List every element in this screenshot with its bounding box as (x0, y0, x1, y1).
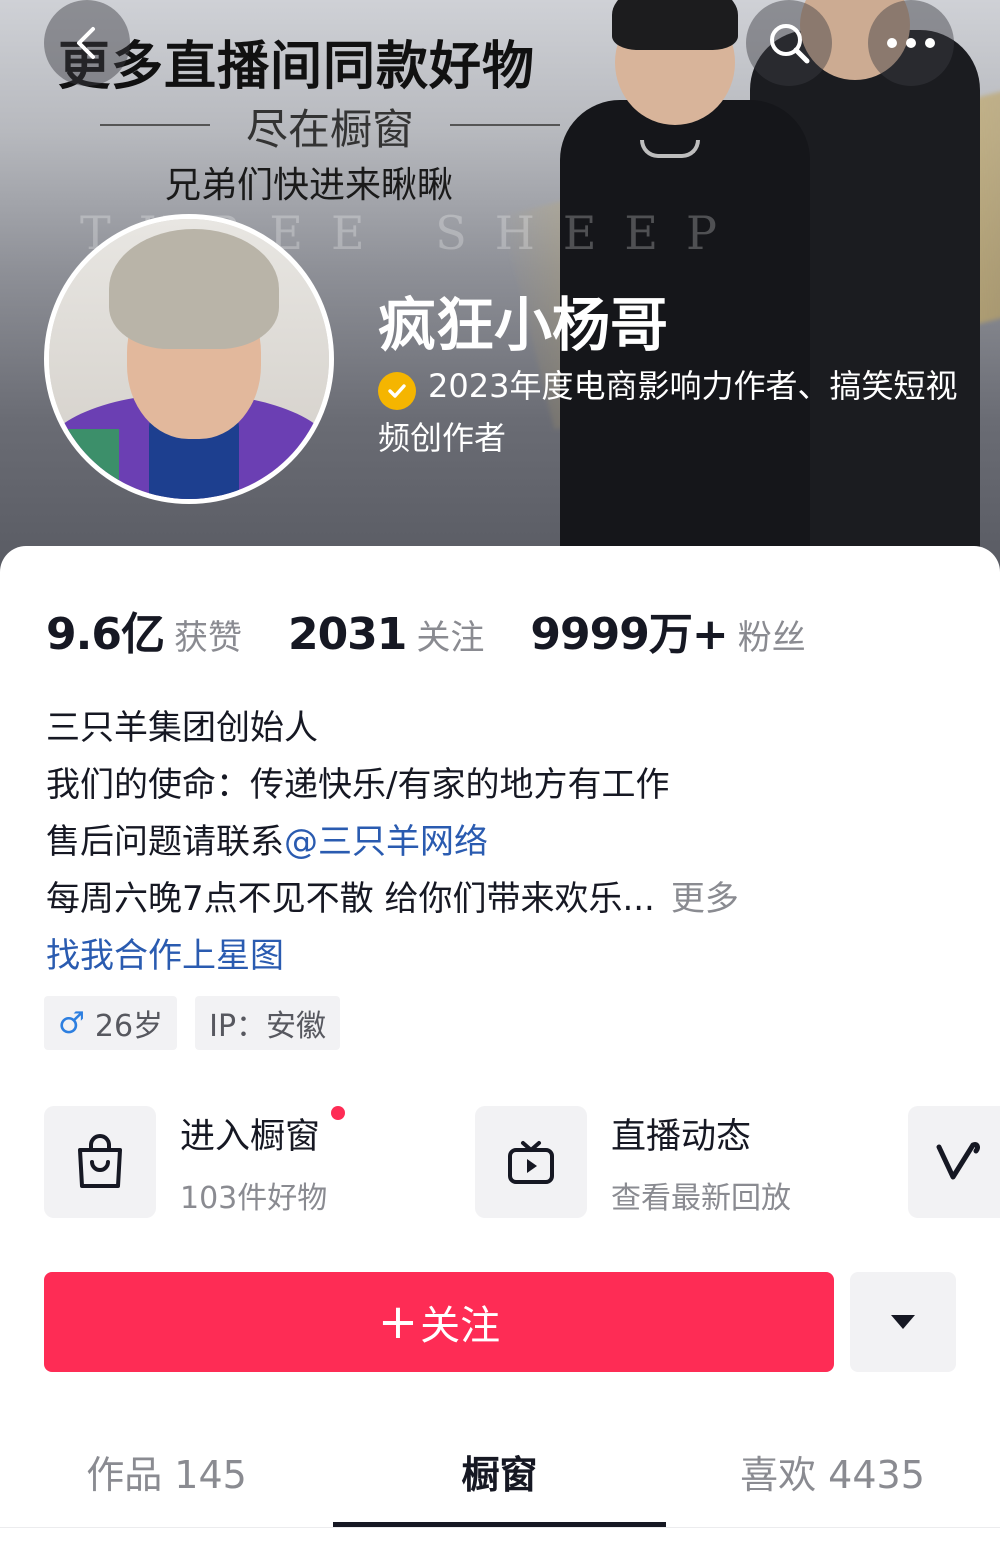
shop-window-subtitle: 103件好物 (180, 1180, 328, 1216)
male-gender-icon: ♂ (58, 1005, 85, 1041)
profile-name: 疯狂小杨哥 (378, 291, 669, 359)
following-label[interactable]: 关注 (416, 610, 484, 659)
more-options-button[interactable] (868, 0, 954, 86)
follow-button[interactable]: + 关注 (44, 1272, 834, 1372)
search-button[interactable] (746, 0, 832, 86)
avatar-collar (49, 429, 119, 499)
age-tag: ♂ 26岁 (44, 996, 178, 1050)
shop-window-entry[interactable]: 进入橱窗 103件好物 (44, 1105, 346, 1218)
banner-subline-group: 尽在橱窗 (100, 96, 560, 154)
tab-likes[interactable]: 喜欢 4435 (666, 1440, 999, 1510)
live-updates-text: 直播动态 查看最新回放 (611, 1108, 791, 1217)
notification-dot (331, 1105, 346, 1120)
v-logo-icon (908, 1106, 1000, 1218)
bio-line-3-text: 售后问题请联系 (46, 822, 284, 862)
bio-line-3: 售后问题请联系@三只羊网络 (46, 814, 946, 871)
bio-line-4-text: 每周六晚7点不见不散 给你们带来欢乐... (46, 879, 655, 919)
banner-subline: 尽在橱窗 (245, 105, 414, 154)
shop-window-title: 进入橱窗 (180, 1105, 346, 1159)
bio-line-2: 我们的使命：传递快乐/有家的地方有工作 (46, 765, 670, 805)
followers-count[interactable]: 9999万+ (530, 598, 728, 662)
back-button[interactable] (44, 0, 130, 86)
more-dots-icon (887, 38, 935, 48)
search-icon (770, 24, 810, 64)
verified-badge-icon (378, 372, 416, 410)
bio-line-1: 三只羊集团创始人 (46, 708, 318, 748)
profile-tags: ♂ 26岁 IP：安徽 (44, 996, 341, 1050)
recommend-dropdown-button[interactable] (850, 1272, 956, 1372)
caret-down-icon (891, 1315, 915, 1329)
ip-location-tag: IP：安徽 (195, 996, 341, 1050)
bio-more-button[interactable]: 更多 (671, 879, 739, 919)
live-updates-title: 直播动态 (611, 1116, 752, 1157)
avatar-hair (109, 229, 279, 349)
live-updates-subtitle: 查看最新回放 (611, 1180, 791, 1216)
verification-text: 2023年度电商影响力作者、搞笑短视频创作者 (378, 367, 958, 457)
avatar[interactable] (44, 214, 334, 504)
following-count[interactable]: 2031 (288, 609, 407, 660)
age-text: 26岁 (94, 1009, 164, 1044)
bio-line-4: 每周六晚7点不见不散 给你们带来欢乐... 更多 (46, 871, 946, 928)
mention-link[interactable]: @三只羊网络 (284, 822, 488, 862)
banner-necklace (640, 140, 700, 158)
banner-tagline: 兄弟们快进来瞅瞅 (165, 165, 454, 206)
plus-icon: + (377, 1294, 419, 1350)
follow-label: 关注 (420, 1303, 501, 1349)
banner-rule-right (450, 124, 560, 126)
shop-window-title-text: 进入橱窗 (180, 1116, 321, 1157)
profile-card: 9.6亿 获赞 2031 关注 9999万+ 粉丝 三只羊集团创始人 我们的使命… (0, 546, 1000, 1561)
banner-person-left-hair (612, 0, 738, 50)
banner-headline: 更多直播间同款好物 (58, 37, 536, 97)
likes-count: 9.6亿 (46, 609, 165, 660)
chevron-left-icon (77, 27, 95, 59)
stats-row: 9.6亿 获赞 2031 关注 9999万+ 粉丝 (46, 598, 852, 660)
bio: 三只羊集团创始人 我们的使命：传递快乐/有家的地方有工作 售后问题请联系@三只羊… (46, 700, 946, 985)
live-updates-entry[interactable]: 直播动态 查看最新回放 (475, 1106, 791, 1218)
profile-tabs: 作品 145 橱窗 喜欢 4435 (0, 1440, 1000, 1530)
feature-entry-row: 进入橱窗 103件好物 直播动态 查看最新回放 (44, 1105, 1000, 1218)
third-entry[interactable] (908, 1106, 1000, 1218)
verification-info: 2023年度电商影响力作者、搞笑短视频创作者 (378, 360, 978, 464)
likes-label: 获赞 (173, 618, 242, 658)
tab-works[interactable]: 作品 145 (0, 1440, 333, 1510)
xingtu-cooperation-link[interactable]: 找我合作上星图 (46, 928, 946, 985)
shopping-bag-icon (44, 1106, 156, 1218)
ip-location-text: IP：安徽 (209, 1009, 327, 1044)
tabs-divider (0, 1527, 1000, 1528)
shop-window-text: 进入橱窗 103件好物 (180, 1105, 346, 1217)
active-tab-indicator (333, 1522, 666, 1527)
followers-label[interactable]: 粉丝 (738, 610, 806, 659)
tab-shop-window[interactable]: 橱窗 (333, 1440, 666, 1510)
live-tv-icon (475, 1106, 587, 1218)
